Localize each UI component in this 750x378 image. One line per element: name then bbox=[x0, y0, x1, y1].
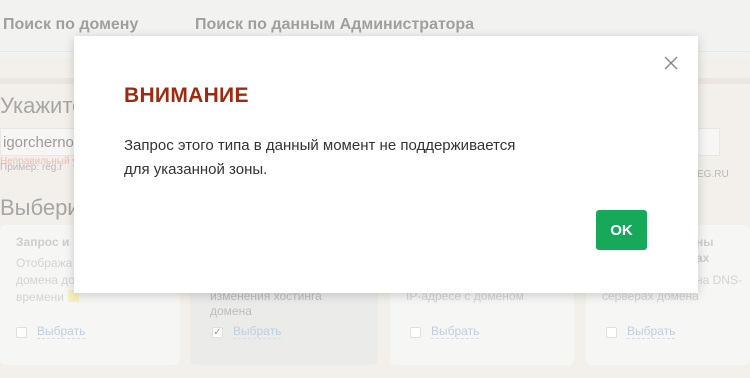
close-icon[interactable] bbox=[662, 54, 680, 72]
modal-message-line: Запрос этого типа в данный момент не под… bbox=[124, 137, 516, 154]
ok-button[interactable]: OK bbox=[596, 210, 647, 250]
alert-modal: ВНИМАНИЕ Запрос этого типа в данный моме… bbox=[74, 36, 698, 293]
modal-message-line: для указанной зоны. bbox=[124, 161, 268, 178]
modal-title: ВНИМАНИЕ bbox=[124, 84, 249, 107]
modal-message: Запрос этого типа в данный момент не под… bbox=[124, 134, 594, 182]
